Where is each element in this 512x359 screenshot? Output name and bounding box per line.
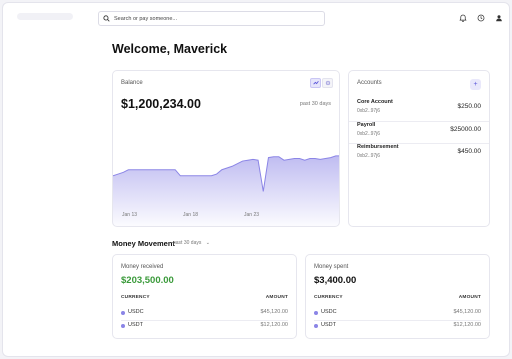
logo-placeholder — [17, 13, 73, 20]
x-tick-label: Jan 18 — [183, 212, 199, 218]
app-window: Welcome, Maverick Balance $1,200,234.00 … — [2, 2, 510, 357]
clock-icon[interactable] — [476, 13, 485, 22]
top-bar — [3, 3, 509, 33]
currency-name: USDC — [128, 309, 144, 315]
account-name: Reimbursement — [357, 144, 399, 150]
money-spent-label: Money spent — [314, 264, 349, 270]
search-box[interactable] — [98, 11, 325, 26]
account-address: 0xb2..97j6 — [357, 131, 381, 137]
x-tick-label: Jan 23 — [244, 212, 260, 218]
balance-amount: $1,200,234.00 — [121, 97, 201, 111]
account-address: 0xb2..97j6 — [357, 108, 381, 114]
range-label: past 30 days — [173, 240, 202, 246]
chart-line-icon[interactable] — [310, 78, 321, 88]
row-divider — [314, 320, 481, 321]
x-tick-label: Jan 13 — [122, 212, 138, 218]
money-spent-card: Money spent $3,400.00 CURRENCY AMOUNT US… — [305, 254, 490, 339]
currency-dot-icon — [314, 324, 318, 328]
chevron-down-icon: ⌄ — [205, 240, 210, 246]
balance-range: past 30 days — [299, 101, 331, 107]
currency-name: USDT — [128, 322, 143, 328]
account-name: Core Account — [357, 99, 393, 105]
page-title: Welcome, Maverick — [112, 42, 228, 56]
currency-dot-icon — [121, 311, 125, 315]
currency-column-header: CURRENCY — [121, 295, 150, 300]
money-received-label: Money received — [121, 264, 164, 270]
account-row[interactable]: Reimbursement 0xb2..97j6 $450.00 — [349, 143, 489, 166]
currency-amount: $12,120.00 — [260, 322, 288, 328]
currency-name: USDC — [321, 309, 337, 315]
money-received-card: Money received $203,500.00 CURRENCY AMOU… — [112, 254, 297, 339]
amount-column-header: AMOUNT — [458, 295, 481, 300]
balance-label: Balance — [121, 80, 143, 86]
currency-amount: $45,120.00 — [453, 309, 481, 315]
currency-row: USDC $45,120.00 — [121, 309, 288, 319]
currency-row: USDC $45,120.00 — [314, 309, 481, 319]
account-row[interactable]: Core Account 0xb2..97j6 $250.00 — [349, 99, 489, 122]
row-divider — [121, 320, 288, 321]
accounts-label: Accounts — [357, 80, 382, 86]
search-icon — [103, 15, 110, 22]
account-row[interactable]: Payroll 0xb2..97j6 $25000.00 — [349, 121, 489, 144]
account-address: 0xb2..97j6 — [357, 153, 381, 159]
money-received-amount: $203,500.00 — [121, 275, 174, 286]
user-icon[interactable] — [494, 13, 503, 22]
balance-area-fill — [113, 155, 339, 226]
currency-column-header: CURRENCY — [314, 295, 343, 300]
currency-row: USDT $12,120.00 — [121, 322, 288, 332]
account-balance: $450.00 — [457, 148, 482, 155]
bell-icon[interactable] — [458, 13, 467, 22]
currency-name: USDT — [321, 322, 336, 328]
balance-card: Balance $1,200,234.00 past 30 days — [112, 70, 340, 227]
money-movement-title: Money Movement — [112, 239, 175, 248]
account-name: Payroll — [357, 122, 376, 128]
amount-column-header: AMOUNT — [265, 295, 288, 300]
account-balance: $25000.00 — [450, 126, 481, 133]
accounts-card: Accounts + Core Account 0xb2..97j6 $250.… — [348, 70, 490, 227]
plus-icon[interactable]: + — [470, 79, 481, 90]
account-balance: $250.00 — [457, 103, 482, 110]
currency-row: USDT $12,120.00 — [314, 322, 481, 332]
settings-icon[interactable] — [322, 78, 333, 88]
money-spent-amount: $3,400.00 — [314, 275, 357, 286]
currency-dot-icon — [314, 311, 318, 315]
money-movement-range[interactable]: past 30 days ⌄ — [173, 240, 210, 246]
currency-amount: $12,120.00 — [453, 322, 481, 328]
currency-amount: $45,120.00 — [260, 309, 288, 315]
search-input[interactable] — [114, 15, 314, 22]
currency-dot-icon — [121, 324, 125, 328]
balance-area-chart — [113, 155, 339, 226]
